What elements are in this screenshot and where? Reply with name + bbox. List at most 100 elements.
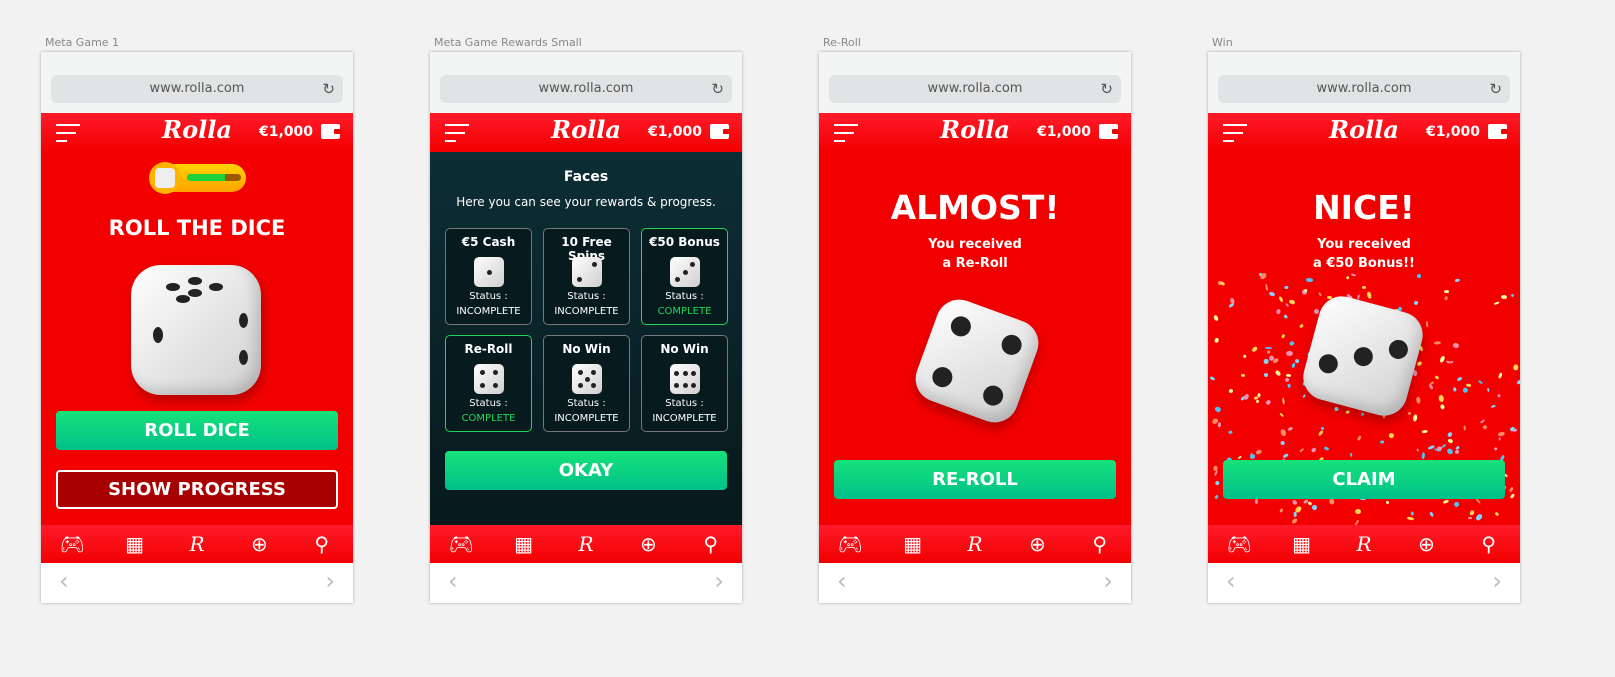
confetti-piece <box>1462 386 1469 394</box>
confetti-piece <box>1407 411 1412 416</box>
forward-icon[interactable]: › <box>714 567 724 595</box>
gamepad-icon[interactable]: 🎮︎ <box>1219 532 1259 556</box>
status-value: COMPLETE <box>657 306 712 317</box>
confetti-piece <box>1281 333 1286 339</box>
confetti-piece <box>1228 388 1234 394</box>
rolla-r-icon[interactable]: R <box>955 532 995 556</box>
wallet-icon[interactable] <box>1488 124 1508 139</box>
search-icon[interactable]: ⚲ <box>691 532 731 556</box>
wallet-icon[interactable] <box>710 124 730 139</box>
gamepad-icon[interactable]: 🎮︎ <box>441 532 481 556</box>
result-line-1: You received <box>1317 237 1411 252</box>
show-progress-button[interactable]: SHOW PROGRESS <box>56 470 338 509</box>
confetti-piece <box>1413 300 1419 306</box>
search-icon[interactable]: ⚲ <box>302 532 342 556</box>
roll-dice-button[interactable]: ROLL DICE <box>56 411 338 450</box>
confetti-piece <box>1291 362 1296 368</box>
result-line-2: a €50 Bonus!! <box>1313 256 1415 271</box>
confetti-piece <box>1219 280 1226 287</box>
gamepad-icon[interactable]: 🎮︎ <box>830 532 870 556</box>
reward-name: Re-Roll <box>464 342 513 356</box>
confetti-piece <box>1264 346 1273 349</box>
reward-card: No Win Status : INCOMPLETE <box>641 335 728 432</box>
confetti-piece <box>1248 452 1257 461</box>
reward-name: No Win <box>562 342 611 356</box>
confetti-piece <box>1447 437 1454 444</box>
reload-icon[interactable]: ↻ <box>1489 75 1502 103</box>
rolla-r-icon[interactable]: R <box>1344 532 1384 556</box>
gamepad-icon[interactable]: 🎮︎ <box>52 532 92 556</box>
back-icon[interactable]: ‹ <box>59 567 69 595</box>
artboard-label: Re-Roll <box>823 36 861 49</box>
url-bar[interactable]: www.rolla.com ↻ <box>440 75 732 103</box>
confetti-piece <box>1345 275 1350 281</box>
reward-card: 10 Free Spins Status : INCOMPLETE <box>543 228 630 325</box>
confetti-piece <box>1410 511 1414 516</box>
reward-card: €5 Cash Status : INCOMPLETE <box>445 228 532 325</box>
search-icon[interactable]: ⚲ <box>1080 532 1120 556</box>
wallet-icon[interactable] <box>321 124 341 139</box>
phone-win: www.rolla.com ↻ Rolla €1,000 NICE! You re… <box>1208 52 1520 603</box>
checkered-flag-icon[interactable]: ▦ <box>893 532 933 556</box>
rolla-r-icon[interactable]: R <box>177 532 217 556</box>
reload-icon[interactable]: ↻ <box>711 75 724 103</box>
status-value: INCOMPLETE <box>456 306 521 317</box>
reward-name: €50 Bonus <box>649 235 720 249</box>
confetti-piece <box>1350 273 1357 277</box>
confetti-piece <box>1475 513 1484 522</box>
dice-face-icon <box>474 257 504 287</box>
search-icon[interactable]: ⚲ <box>1469 532 1509 556</box>
dice-badge-icon <box>149 162 181 194</box>
confetti-piece <box>1463 424 1467 431</box>
back-icon[interactable]: ‹ <box>837 567 847 595</box>
confetti-piece <box>1349 453 1352 458</box>
confetti-piece <box>1217 422 1222 428</box>
url-bar[interactable]: www.rolla.com ↻ <box>51 75 343 103</box>
url-bar[interactable]: www.rolla.com ↻ <box>1218 75 1510 103</box>
confetti-piece <box>1328 498 1335 506</box>
okay-button[interactable]: OKAY <box>445 451 727 490</box>
target-icon[interactable]: ⊕ <box>628 532 668 556</box>
browser-footer: ‹ › <box>819 563 1131 603</box>
target-icon[interactable]: ⊕ <box>239 532 279 556</box>
checkered-flag-icon[interactable]: ▦ <box>1282 532 1322 556</box>
confetti-piece <box>1430 381 1435 386</box>
confetti-piece <box>1434 375 1440 380</box>
back-icon[interactable]: ‹ <box>448 567 458 595</box>
checkered-flag-icon[interactable]: ▦ <box>115 532 155 556</box>
status-label: Status : <box>665 291 704 302</box>
confetti-piece <box>1416 360 1423 367</box>
confetti-piece <box>1497 436 1501 441</box>
reward-card: €50 Bonus Status : COMPLETE <box>641 228 728 325</box>
reload-icon[interactable]: ↻ <box>322 75 335 103</box>
app-header: Rolla €1,000 <box>430 113 742 152</box>
status-value: INCOMPLETE <box>652 413 717 424</box>
forward-icon[interactable]: › <box>325 567 335 595</box>
confetti-piece <box>1286 373 1292 377</box>
bottom-nav: 🎮︎ ▦ R ⊕ ⚲ <box>819 525 1131 563</box>
browser-chrome: www.rolla.com ↻ <box>41 52 353 113</box>
confetti-piece <box>1276 308 1281 315</box>
reroll-button[interactable]: RE-ROLL <box>834 460 1116 499</box>
confetti-piece <box>1481 424 1488 430</box>
forward-icon[interactable]: › <box>1492 567 1502 595</box>
target-icon[interactable]: ⊕ <box>1017 532 1057 556</box>
confetti-piece <box>1443 295 1449 301</box>
confetti-piece <box>1310 447 1317 454</box>
claim-button[interactable]: CLAIM <box>1223 460 1505 499</box>
reward-card: Re-Roll Status : COMPLETE <box>445 335 532 432</box>
url-bar[interactable]: www.rolla.com ↻ <box>829 75 1121 103</box>
confetti-piece <box>1320 426 1326 431</box>
balance: €1,000 <box>258 124 313 140</box>
wallet-icon[interactable] <box>1099 124 1119 139</box>
checkered-flag-icon[interactable]: ▦ <box>504 532 544 556</box>
reward-card: No Win Status : INCOMPLETE <box>543 335 630 432</box>
back-icon[interactable]: ‹ <box>1226 567 1236 595</box>
confetti-piece <box>1213 406 1222 413</box>
target-icon[interactable]: ⊕ <box>1406 532 1446 556</box>
forward-icon[interactable]: › <box>1103 567 1113 595</box>
balance: €1,000 <box>1425 124 1480 140</box>
rolla-r-icon[interactable]: R <box>566 532 606 556</box>
reload-icon[interactable]: ↻ <box>1100 75 1113 103</box>
browser-chrome: www.rolla.com ↻ <box>1208 52 1520 113</box>
